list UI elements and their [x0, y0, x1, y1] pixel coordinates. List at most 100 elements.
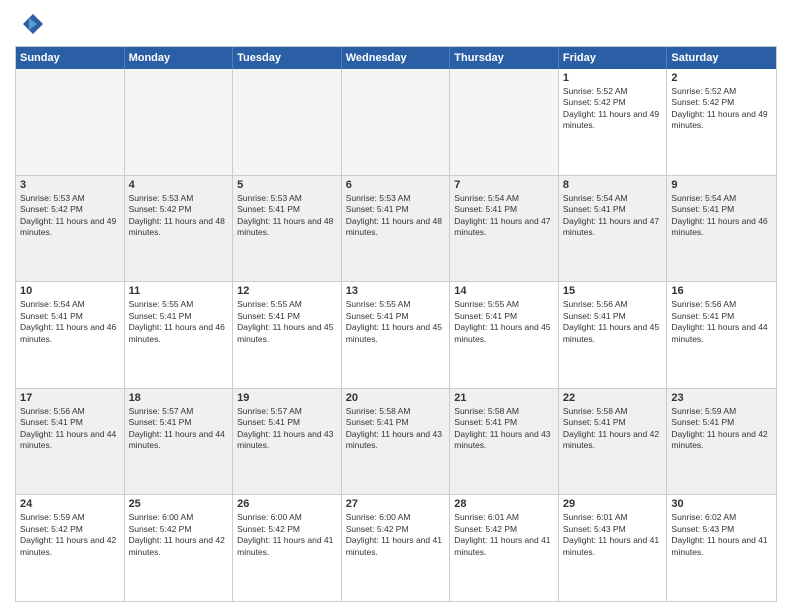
calendar-cell: 24 Sunrise: 5:59 AMSunset: 5:42 PMDayligh…: [16, 495, 125, 601]
cell-details: Sunrise: 5:55 AMSunset: 5:41 PMDaylight:…: [129, 299, 229, 345]
cell-details: Sunrise: 5:58 AMSunset: 5:41 PMDaylight:…: [346, 406, 446, 452]
cell-details: Sunrise: 5:56 AMSunset: 5:41 PMDaylight:…: [671, 299, 772, 345]
calendar-cell: 12 Sunrise: 5:55 AMSunset: 5:41 PMDayligh…: [233, 282, 342, 388]
calendar-cell: 26 Sunrise: 6:00 AMSunset: 5:42 PMDayligh…: [233, 495, 342, 601]
cell-details: Sunrise: 5:59 AMSunset: 5:41 PMDaylight:…: [671, 406, 772, 452]
cell-details: Sunrise: 5:57 AMSunset: 5:41 PMDaylight:…: [237, 406, 337, 452]
cell-details: Sunrise: 5:54 AMSunset: 5:41 PMDaylight:…: [563, 193, 663, 239]
cell-details: Sunrise: 5:54 AMSunset: 5:41 PMDaylight:…: [671, 193, 772, 239]
calendar-cell: 25Sunrise: 6:00 AMSunset: 5:42 PMDayligh…: [125, 495, 234, 601]
cell-details: Sunrise: 5:53 AMSunset: 5:41 PMDaylight:…: [237, 193, 337, 239]
cell-details: Sunrise: 5:59 AMSunset: 5:42 PMDaylight:…: [20, 512, 120, 558]
calendar-cell: 11Sunrise: 5:55 AMSunset: 5:41 PMDayligh…: [125, 282, 234, 388]
header-day-friday: Friday: [559, 47, 668, 69]
day-number: 4: [129, 179, 229, 191]
cell-details: Sunrise: 6:02 AMSunset: 5:43 PMDaylight:…: [671, 512, 772, 558]
day-number: 14: [454, 285, 554, 297]
day-number: 26: [237, 498, 337, 510]
day-number: 22: [563, 392, 663, 404]
calendar-cell: 19 Sunrise: 5:57 AMSunset: 5:41 PMDayligh…: [233, 389, 342, 495]
cell-details: Sunrise: 6:00 AMSunset: 5:42 PMDaylight:…: [346, 512, 446, 558]
calendar-cell: 4 Sunrise: 5:53 AMSunset: 5:42 PMDaylight…: [125, 176, 234, 282]
calendar-cell: 17 Sunrise: 5:56 AMSunset: 5:41 PMDayligh…: [16, 389, 125, 495]
page: SundayMondayTuesdayWednesdayThursdayFrid…: [0, 0, 792, 612]
header-day-saturday: Saturday: [667, 47, 776, 69]
cell-details: Sunrise: 5:53 AMSunset: 5:42 PMDaylight:…: [129, 193, 229, 239]
calendar-cell: 2 Sunrise: 5:52 AMSunset: 5:42 PMDaylight…: [667, 69, 776, 175]
calendar-cell: [16, 69, 125, 175]
header-day-thursday: Thursday: [450, 47, 559, 69]
cell-details: Sunrise: 5:55 AMSunset: 5:41 PMDaylight:…: [346, 299, 446, 345]
day-number: 19: [237, 392, 337, 404]
calendar-cell: 27Sunrise: 6:00 AMSunset: 5:42 PMDayligh…: [342, 495, 451, 601]
calendar-cell: 6 Sunrise: 5:53 AMSunset: 5:41 PMDaylight…: [342, 176, 451, 282]
calendar-cell: 14 Sunrise: 5:55 AMSunset: 5:41 PMDayligh…: [450, 282, 559, 388]
day-number: 20: [346, 392, 446, 404]
cell-details: Sunrise: 6:00 AMSunset: 5:42 PMDaylight:…: [237, 512, 337, 558]
calendar-cell: 8 Sunrise: 5:54 AMSunset: 5:41 PMDaylight…: [559, 176, 668, 282]
header-day-monday: Monday: [125, 47, 234, 69]
logo-area: [15, 10, 47, 38]
cell-details: Sunrise: 6:01 AMSunset: 5:43 PMDaylight:…: [563, 512, 663, 558]
day-number: 6: [346, 179, 446, 191]
header: [15, 10, 777, 38]
cell-details: Sunrise: 5:52 AMSunset: 5:42 PMDaylight:…: [563, 86, 663, 132]
cell-details: Sunrise: 5:53 AMSunset: 5:42 PMDaylight:…: [20, 193, 120, 239]
calendar-week-2: 3 Sunrise: 5:53 AMSunset: 5:42 PMDaylight…: [16, 176, 776, 283]
calendar-cell: 21 Sunrise: 5:58 AMSunset: 5:41 PMDayligh…: [450, 389, 559, 495]
day-number: 30: [671, 498, 772, 510]
calendar-cell: [233, 69, 342, 175]
calendar-cell: 13Sunrise: 5:55 AMSunset: 5:41 PMDayligh…: [342, 282, 451, 388]
day-number: 5: [237, 179, 337, 191]
day-number: 10: [20, 285, 120, 297]
day-number: 24: [20, 498, 120, 510]
calendar-week-5: 24 Sunrise: 5:59 AMSunset: 5:42 PMDayligh…: [16, 495, 776, 601]
calendar-cell: 20 Sunrise: 5:58 AMSunset: 5:41 PMDayligh…: [342, 389, 451, 495]
cell-details: Sunrise: 6:00 AMSunset: 5:42 PMDaylight:…: [129, 512, 229, 558]
cell-details: Sunrise: 5:57 AMSunset: 5:41 PMDaylight:…: [129, 406, 229, 452]
calendar-cell: [125, 69, 234, 175]
calendar-cell: [450, 69, 559, 175]
cell-details: Sunrise: 5:56 AMSunset: 5:41 PMDaylight:…: [563, 299, 663, 345]
cell-details: Sunrise: 5:53 AMSunset: 5:41 PMDaylight:…: [346, 193, 446, 239]
calendar-cell: 3 Sunrise: 5:53 AMSunset: 5:42 PMDaylight…: [16, 176, 125, 282]
day-number: 12: [237, 285, 337, 297]
cell-details: Sunrise: 6:01 AMSunset: 5:42 PMDaylight:…: [454, 512, 554, 558]
calendar-week-4: 17 Sunrise: 5:56 AMSunset: 5:41 PMDayligh…: [16, 389, 776, 496]
day-number: 17: [20, 392, 120, 404]
calendar: SundayMondayTuesdayWednesdayThursdayFrid…: [15, 46, 777, 602]
header-day-tuesday: Tuesday: [233, 47, 342, 69]
calendar-cell: 5 Sunrise: 5:53 AMSunset: 5:41 PMDaylight…: [233, 176, 342, 282]
cell-details: Sunrise: 5:56 AMSunset: 5:41 PMDaylight:…: [20, 406, 120, 452]
cell-details: Sunrise: 5:58 AMSunset: 5:41 PMDaylight:…: [563, 406, 663, 452]
calendar-cell: [342, 69, 451, 175]
cell-details: Sunrise: 5:55 AMSunset: 5:41 PMDaylight:…: [237, 299, 337, 345]
day-number: 8: [563, 179, 663, 191]
calendar-cell: 18Sunrise: 5:57 AMSunset: 5:41 PMDayligh…: [125, 389, 234, 495]
day-number: 2: [671, 72, 772, 84]
calendar-cell: 22 Sunrise: 5:58 AMSunset: 5:41 PMDayligh…: [559, 389, 668, 495]
calendar-cell: 29 Sunrise: 6:01 AMSunset: 5:43 PMDayligh…: [559, 495, 668, 601]
day-number: 29: [563, 498, 663, 510]
calendar-header: SundayMondayTuesdayWednesdayThursdayFrid…: [16, 47, 776, 69]
logo-icon: [15, 10, 43, 38]
calendar-cell: 28 Sunrise: 6:01 AMSunset: 5:42 PMDayligh…: [450, 495, 559, 601]
day-number: 1: [563, 72, 663, 84]
cell-details: Sunrise: 5:52 AMSunset: 5:42 PMDaylight:…: [671, 86, 772, 132]
day-number: 9: [671, 179, 772, 191]
day-number: 3: [20, 179, 120, 191]
calendar-week-1: 1 Sunrise: 5:52 AMSunset: 5:42 PMDaylight…: [16, 69, 776, 176]
day-number: 23: [671, 392, 772, 404]
day-number: 7: [454, 179, 554, 191]
day-number: 21: [454, 392, 554, 404]
cell-details: Sunrise: 5:55 AMSunset: 5:41 PMDaylight:…: [454, 299, 554, 345]
calendar-cell: 30 Sunrise: 6:02 AMSunset: 5:43 PMDayligh…: [667, 495, 776, 601]
day-number: 15: [563, 285, 663, 297]
header-day-wednesday: Wednesday: [342, 47, 451, 69]
day-number: 16: [671, 285, 772, 297]
cell-details: Sunrise: 5:58 AMSunset: 5:41 PMDaylight:…: [454, 406, 554, 452]
day-number: 28: [454, 498, 554, 510]
calendar-cell: 9 Sunrise: 5:54 AMSunset: 5:41 PMDaylight…: [667, 176, 776, 282]
header-day-sunday: Sunday: [16, 47, 125, 69]
calendar-cell: 15 Sunrise: 5:56 AMSunset: 5:41 PMDayligh…: [559, 282, 668, 388]
